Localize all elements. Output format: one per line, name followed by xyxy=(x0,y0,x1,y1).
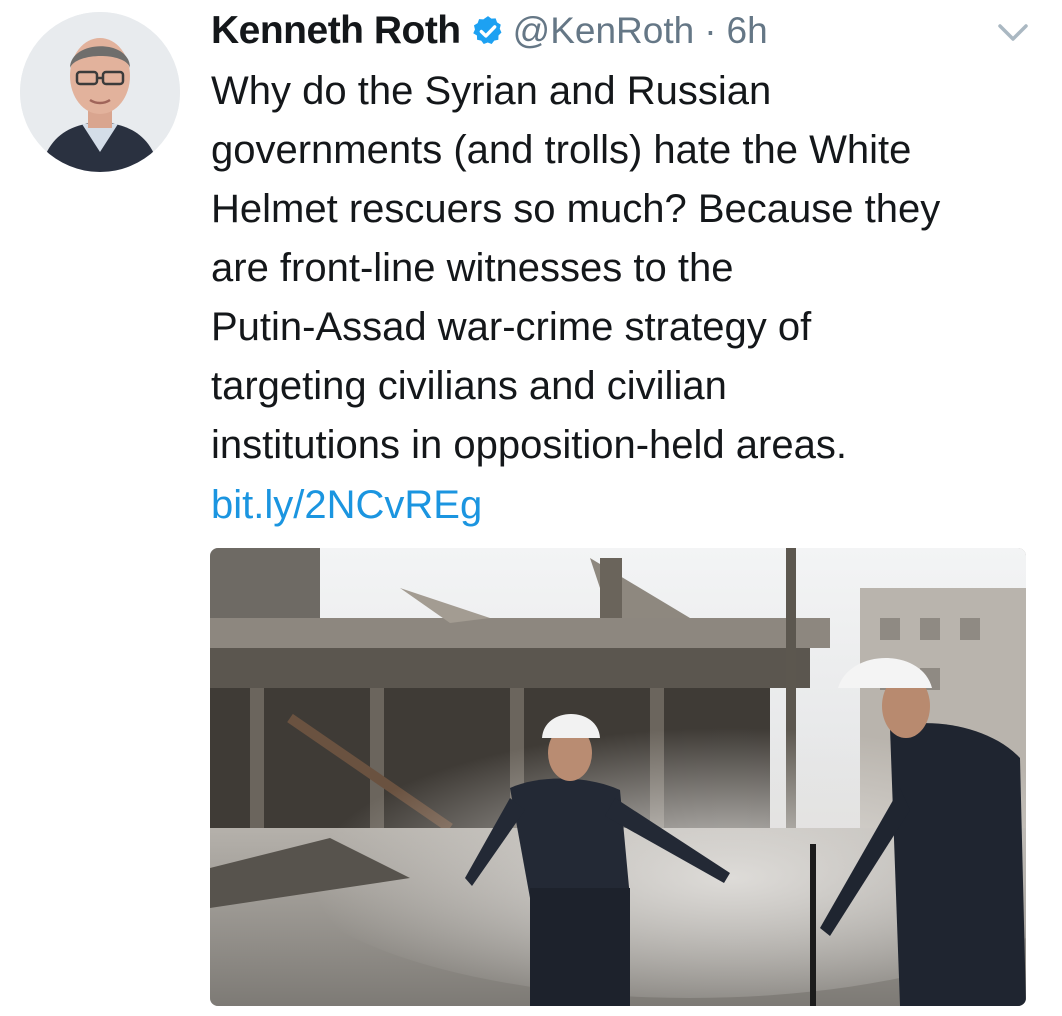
author-handle[interactable]: @KenRoth xyxy=(513,10,695,52)
verified-badge-icon xyxy=(471,14,505,48)
header-separator: · xyxy=(704,10,717,51)
tweet-text-line: governments (and trolls) hate the White xyxy=(211,128,912,172)
avatar-image xyxy=(20,12,180,172)
tweet-header: Kenneth Roth @KenRoth · 6h xyxy=(211,6,768,56)
chevron-down-icon[interactable] xyxy=(996,20,1030,46)
author-name[interactable]: Kenneth Roth xyxy=(211,9,461,53)
tweet-link[interactable]: bit.ly/2NCvREg xyxy=(211,476,482,535)
tweet-text-line: institutions in opposition-held areas. xyxy=(211,423,847,467)
tweet-timestamp[interactable]: 6h xyxy=(727,10,768,52)
tweet-text-line: are front-line witnesses to the xyxy=(211,246,734,290)
tweet-text-line: targeting civilians and civilian xyxy=(211,364,727,408)
tweet-media-image[interactable] xyxy=(210,548,1026,1006)
tweet-text-line: Putin-Assad war-crime strategy of xyxy=(211,305,812,349)
tweet-text-line: Helmet rescuers so much? Because they xyxy=(211,187,941,231)
media-photo xyxy=(210,548,1026,1006)
tweet-text: Why do the Syrian and Russian government… xyxy=(211,62,1041,475)
author-avatar[interactable] xyxy=(20,12,180,172)
tweet-text-line: Why do the Syrian and Russian xyxy=(211,69,772,113)
